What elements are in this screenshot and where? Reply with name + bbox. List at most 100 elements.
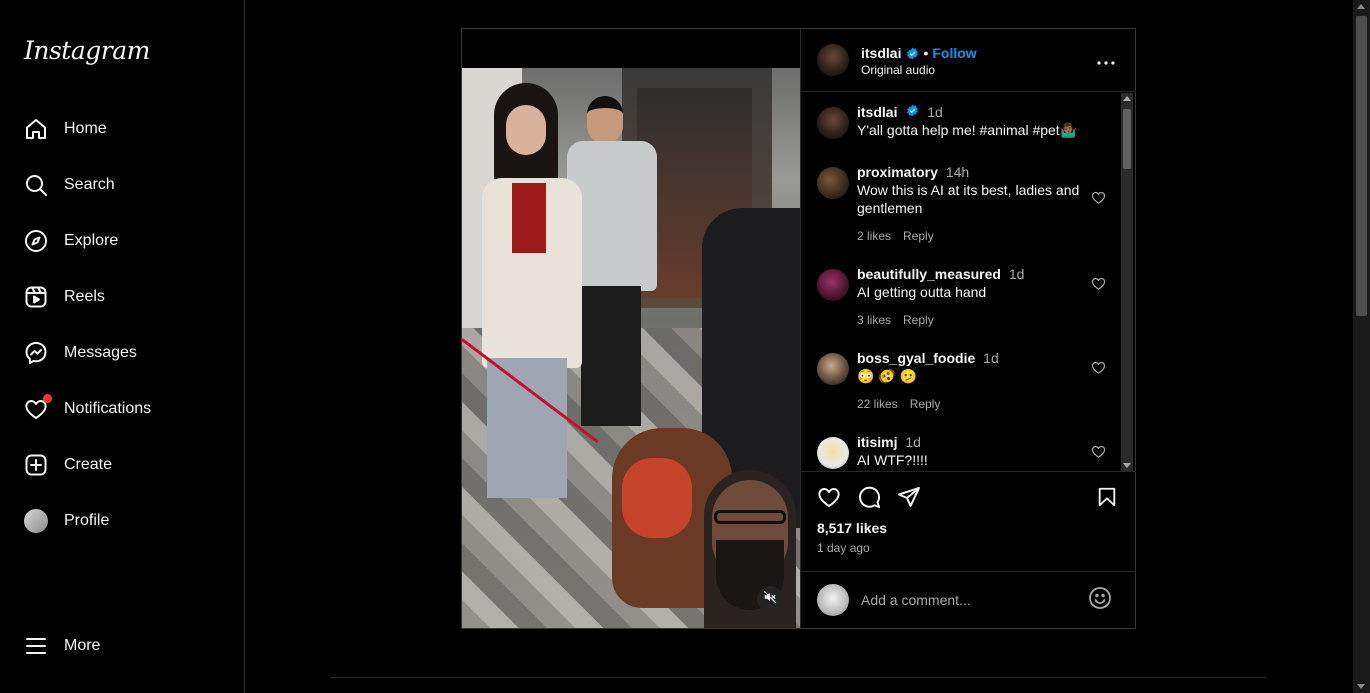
caption: itsdlai 1d Y'all gotta help me! #animal … bbox=[817, 103, 1107, 143]
like-button[interactable] bbox=[816, 486, 842, 512]
smiley-icon bbox=[1088, 586, 1112, 615]
comments-scrollbar[interactable] bbox=[1121, 93, 1133, 471]
search-icon bbox=[24, 173, 48, 197]
post-media[interactable] bbox=[462, 29, 800, 628]
separator-dot: • bbox=[923, 45, 929, 61]
ellipsis-icon bbox=[1097, 52, 1115, 70]
add-comment-input[interactable] bbox=[861, 590, 1071, 610]
sidebar: Instagram Home Search Explore Reels Mess… bbox=[0, 0, 245, 693]
heart-icon bbox=[817, 485, 841, 514]
sidebar-item-messages[interactable]: Messages bbox=[12, 329, 232, 377]
verified-badge-icon bbox=[906, 103, 919, 117]
compass-icon bbox=[24, 229, 48, 253]
sidebar-item-label: Search bbox=[64, 176, 115, 193]
commenter-avatar[interactable] bbox=[817, 269, 849, 301]
share-button[interactable] bbox=[896, 486, 922, 512]
heart-icon bbox=[1091, 444, 1106, 464]
sidebar-item-profile[interactable]: Profile bbox=[12, 497, 232, 545]
sidebar-item-home[interactable]: Home bbox=[12, 105, 232, 153]
comment-username[interactable]: itisimj bbox=[857, 434, 897, 450]
sidebar-item-reels[interactable]: Reels bbox=[12, 273, 232, 321]
comment-item: boss_gyal_foodie 1d 😳 🫨 🫤 22 likes Reply bbox=[817, 349, 1107, 413]
sidebar-item-explore[interactable]: Explore bbox=[12, 217, 232, 265]
comment-item: beautifully_measured 1d AI getting outta… bbox=[817, 265, 1107, 329]
save-button[interactable] bbox=[1094, 486, 1120, 512]
more-options-button[interactable] bbox=[1094, 51, 1118, 71]
comment-text: 😳 🫨 🫤 bbox=[857, 368, 918, 384]
sidebar-item-notifications[interactable]: Notifications bbox=[12, 385, 232, 433]
comment-like-button[interactable] bbox=[1089, 277, 1107, 295]
sidebar-item-label: Explore bbox=[64, 232, 119, 249]
divider bbox=[330, 677, 1266, 678]
comment-time[interactable]: 1d bbox=[983, 350, 999, 366]
plus-square-icon bbox=[24, 453, 48, 477]
comment-text: AI getting outta hand bbox=[857, 284, 987, 300]
commenter-avatar[interactable] bbox=[817, 353, 849, 385]
sidebar-item-label: Notifications bbox=[64, 400, 152, 417]
add-comment-bar bbox=[801, 571, 1136, 628]
comment-button[interactable] bbox=[856, 486, 882, 512]
comment-likes[interactable]: 3 likes bbox=[857, 313, 891, 327]
post-header: itsdlai • Follow Original audio bbox=[801, 29, 1136, 92]
current-user-avatar bbox=[817, 584, 849, 616]
caption-time[interactable]: 1d bbox=[927, 104, 943, 120]
post-age[interactable]: 1 day ago bbox=[817, 541, 870, 555]
sidebar-item-label: Create bbox=[64, 456, 113, 473]
creator-overlay bbox=[704, 470, 796, 628]
messenger-icon bbox=[24, 341, 48, 365]
author-avatar[interactable] bbox=[817, 107, 849, 139]
comment-like-button[interactable] bbox=[1089, 445, 1107, 463]
notification-badge bbox=[43, 394, 52, 403]
comment-item: proximatory 14h Wow this is AI at its be… bbox=[817, 163, 1107, 243]
comment-username[interactable]: boss_gyal_foodie bbox=[857, 350, 975, 366]
comment-time[interactable]: 1d bbox=[1009, 266, 1025, 282]
post-dialog: itsdlai • Follow Original audio itsdlai bbox=[461, 28, 1136, 629]
author-avatar[interactable] bbox=[817, 44, 849, 76]
comment-like-button[interactable] bbox=[1089, 361, 1107, 379]
sidebar-item-create[interactable]: Create bbox=[12, 441, 232, 489]
author-line: itsdlai • Follow bbox=[861, 45, 977, 61]
muted-speaker-icon bbox=[763, 590, 777, 609]
reply-button[interactable]: Reply bbox=[903, 229, 934, 243]
commenter-avatar[interactable] bbox=[817, 167, 849, 199]
menu-icon bbox=[24, 634, 48, 658]
mute-button[interactable] bbox=[757, 586, 783, 612]
reel-video[interactable] bbox=[462, 68, 800, 628]
author-username[interactable]: itsdlai bbox=[861, 45, 901, 61]
sidebar-item-search[interactable]: Search bbox=[12, 161, 232, 209]
send-icon bbox=[897, 485, 921, 514]
home-icon bbox=[24, 117, 48, 141]
comment-time[interactable]: 1d bbox=[905, 434, 921, 450]
instagram-logo[interactable]: Instagram bbox=[24, 36, 150, 65]
comments-list[interactable]: itsdlai 1d Y'all gotta help me! #animal … bbox=[801, 93, 1136, 471]
reply-button[interactable]: Reply bbox=[903, 313, 934, 327]
comment-likes[interactable]: 22 likes bbox=[857, 397, 898, 411]
comment-username[interactable]: proximatory bbox=[857, 164, 938, 180]
comment-icon bbox=[857, 485, 881, 514]
sidebar-item-label: More bbox=[64, 637, 101, 654]
reply-button[interactable]: Reply bbox=[910, 397, 941, 411]
comment-username[interactable]: beautifully_measured bbox=[857, 266, 1001, 282]
caption-text: Y'all gotta help me! #animal #pet🤷🏾‍♂️ bbox=[857, 122, 1078, 138]
post-actions: 8,517 likes 1 day ago bbox=[801, 471, 1136, 571]
bookmark-icon bbox=[1096, 486, 1118, 513]
sidebar-item-more[interactable]: More bbox=[12, 622, 232, 670]
sidebar-item-label: Reels bbox=[64, 288, 105, 305]
caption-username[interactable]: itsdlai bbox=[857, 104, 897, 120]
commenter-avatar[interactable] bbox=[817, 437, 849, 469]
likes-count[interactable]: 8,517 likes bbox=[817, 520, 887, 536]
heart-icon bbox=[24, 394, 52, 421]
comment-text: AI WTF?!!!! bbox=[857, 452, 928, 468]
verified-badge-icon bbox=[906, 47, 919, 60]
profile-avatar bbox=[24, 509, 48, 533]
follow-button[interactable]: Follow bbox=[932, 45, 976, 61]
comment-likes[interactable]: 2 likes bbox=[857, 229, 891, 243]
page-scrollbar[interactable] bbox=[1353, 0, 1370, 693]
comment-time[interactable]: 14h bbox=[946, 164, 969, 180]
comment-like-button[interactable] bbox=[1089, 191, 1107, 209]
heart-icon bbox=[1091, 360, 1106, 380]
sidebar-item-label: Messages bbox=[64, 344, 137, 361]
audio-link[interactable]: Original audio bbox=[861, 63, 935, 77]
heart-icon bbox=[1091, 276, 1106, 296]
emoji-picker-button[interactable] bbox=[1088, 586, 1112, 615]
